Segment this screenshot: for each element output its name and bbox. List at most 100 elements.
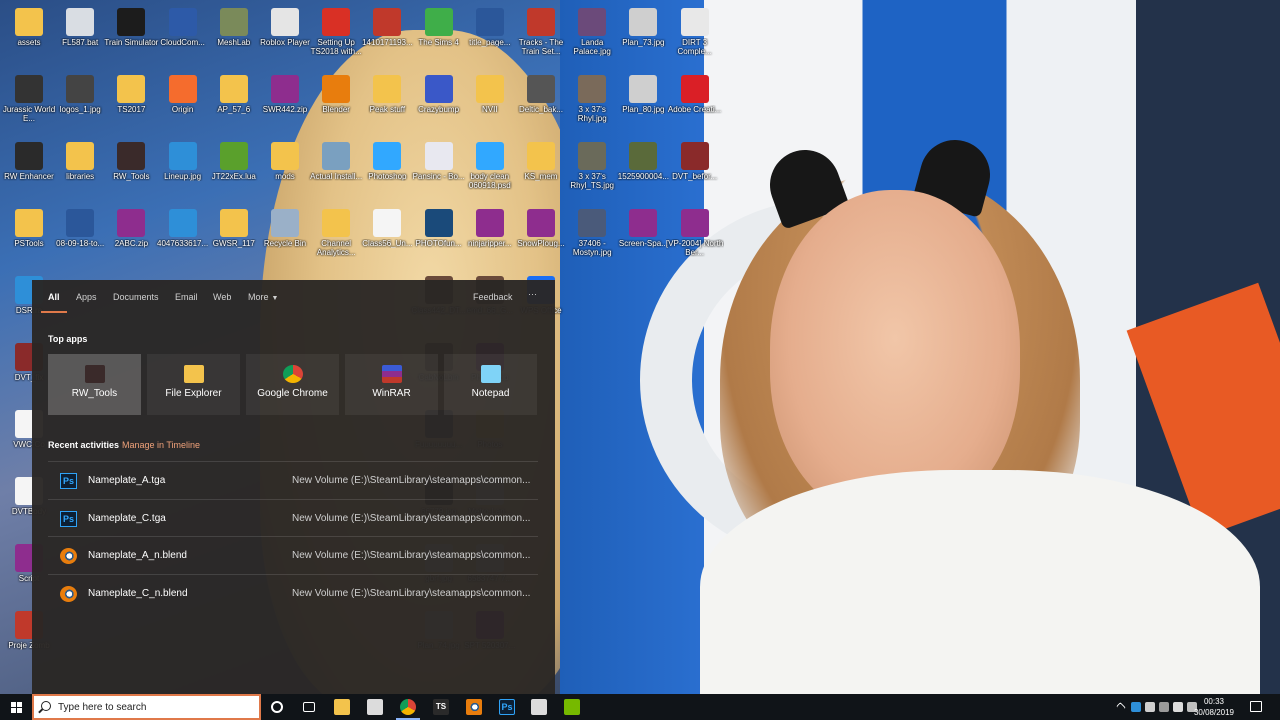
desktop-icon[interactable]: Train Simulator [102, 4, 160, 68]
desktop-icon[interactable]: RW Enhancer [0, 138, 58, 202]
desktop-icon[interactable]: Setting Up TS2018 with... [307, 4, 365, 68]
volume-icon[interactable] [1173, 702, 1183, 712]
desktop-icon[interactable]: Peak stuff [358, 71, 416, 135]
desktop-icon-label: body clean 060918.psd [468, 172, 511, 190]
tab-more[interactable]: More ▼ [248, 292, 278, 302]
desktop-icon[interactable]: 4047633617... [154, 205, 212, 269]
desktop-icon[interactable]: Pansinc - Bo... [410, 138, 468, 202]
taskbar-train-simulator[interactable]: TS [425, 696, 457, 718]
desktop-icon[interactable]: MeshLab [205, 4, 263, 68]
desktop-icon[interactable]: The Sims 4 [410, 4, 468, 68]
desktop-icon[interactable]: logos_1.jpg [51, 71, 109, 135]
desktop-icon[interactable]: Roblox Player [256, 4, 314, 68]
desktop-icon[interactable]: [VP-2004] North Ber... [666, 205, 724, 269]
desktop-icon[interactable]: CloudCom... [154, 4, 212, 68]
desktop-icon[interactable]: Adobe Creati... [666, 71, 724, 135]
taskbar-search-box[interactable] [32, 694, 261, 720]
task-view-button[interactable] [293, 696, 325, 718]
recent-item[interactable]: Nameplate_C_n.blend New Volume (E:)\Stea… [48, 573, 538, 612]
taskbar-clock[interactable]: 00:33 30/08/2019 [1192, 696, 1236, 718]
start-button[interactable] [0, 694, 32, 720]
desktop-icon[interactable]: 2ABC.zip [102, 205, 160, 269]
recent-item[interactable]: Ps Nameplate_A.tga New Volume (E:)\Steam… [48, 461, 538, 499]
desktop-icon[interactable]: ninjaripper... [461, 205, 519, 269]
desktop-icon[interactable]: DIRT 3 Comple... [666, 4, 724, 68]
top-app-winrar[interactable]: WinRAR [345, 354, 438, 415]
desktop-icon[interactable]: body clean 060918.psd [461, 138, 519, 202]
feedback-link[interactable]: Feedback [473, 292, 513, 302]
taskbar-google-chrome[interactable] [392, 696, 424, 720]
desktop-icon[interactable]: 3 x 37's Rhyl.jpg [563, 71, 621, 135]
desktop-icon[interactable]: Lineup.jpg [154, 138, 212, 202]
desktop-icon-label: JT22xEx.lua [211, 172, 256, 181]
action-center-icon[interactable] [1250, 701, 1262, 712]
taskbar-mail[interactable] [359, 696, 391, 718]
desktop-icon[interactable]: Recycle Bin [256, 205, 314, 269]
desktop-icon[interactable]: NVII [461, 71, 519, 135]
desktop-icon[interactable]: Photoshop [358, 138, 416, 202]
tab-web[interactable]: Web [213, 292, 231, 302]
desktop-icon[interactable]: 1525900004... [614, 138, 672, 202]
desktop-shortcut-icon [219, 75, 248, 103]
desktop-icon[interactable]: SnowPloug... [512, 205, 570, 269]
desktop-icon[interactable]: Jurassic World E... [0, 71, 58, 135]
desktop-icon[interactable]: Origin [154, 71, 212, 135]
desktop-icon-label: NVII [482, 105, 498, 114]
desktop-icon[interactable]: Actual Install... [307, 138, 365, 202]
desktop-icon[interactable]: Tracks - The Train Set... [512, 4, 570, 68]
tab-apps[interactable]: Apps [76, 292, 97, 302]
desktop-icon[interactable]: 1410171193... [358, 4, 416, 68]
top-app-notepad[interactable]: Notepad [444, 354, 537, 415]
desktop-icon[interactable]: Channel Analytics... [307, 205, 365, 269]
desktop-icon[interactable]: mods [256, 138, 314, 202]
desktop-icon[interactable]: AP_57_6 [205, 71, 263, 135]
cortana-button[interactable] [261, 696, 293, 718]
desktop-icon[interactable]: GWSR_117 [205, 205, 263, 269]
desktop-icon[interactable]: Plan_80.jpg [614, 71, 672, 135]
desktop-icon[interactable]: libraries [51, 138, 109, 202]
manage-in-timeline-link[interactable]: Manage in Timeline [122, 440, 200, 450]
tab-email[interactable]: Email [175, 292, 198, 302]
taskbar-nvidia[interactable] [556, 696, 588, 718]
desktop-icon[interactable]: FL587.bat [51, 4, 109, 68]
taskbar-store[interactable] [523, 696, 555, 718]
desktop-icon[interactable]: Screen-Spa... [614, 205, 672, 269]
more-options-icon[interactable]: ··· [528, 289, 537, 299]
train-simulator-icon: TS [433, 699, 449, 715]
desktop-icon[interactable]: DVT_befor... [666, 138, 724, 202]
battery-icon[interactable] [1159, 702, 1169, 712]
taskbar-file-explorer[interactable] [326, 696, 358, 718]
top-app-google-chrome[interactable]: Google Chrome [246, 354, 339, 415]
taskbar-blender[interactable] [458, 696, 490, 718]
desktop-icon[interactable]: JT22xEx.lua [205, 138, 263, 202]
show-hidden-icons-chevron[interactable] [1116, 702, 1126, 712]
top-app-file-explorer[interactable]: File Explorer [147, 354, 240, 415]
desktop-icon[interactable]: Deltic_bak... [512, 71, 570, 135]
desktop-icon[interactable]: RW_Tools [102, 138, 160, 202]
desktop-icon-label: Setting Up TS2018 with... [310, 38, 362, 56]
desktop-icon[interactable]: KS_mem [512, 138, 570, 202]
taskbar-photoshop[interactable]: Ps [491, 696, 523, 718]
steam-icon[interactable] [1131, 702, 1141, 712]
desktop-icon[interactable]: PSTools [0, 205, 58, 269]
network-icon[interactable] [1145, 702, 1155, 712]
desktop-icon[interactable]: Plan_73.jpg [614, 4, 672, 68]
recent-item[interactable]: Nameplate_A_n.blend New Volume (E:)\Stea… [48, 536, 538, 574]
desktop-icon[interactable]: SWR442.zip [256, 71, 314, 135]
desktop-icon[interactable]: 08-09-18-to... [51, 205, 109, 269]
desktop-icon[interactable]: Class56_Un... [358, 205, 416, 269]
tab-documents[interactable]: Documents [113, 292, 159, 302]
tab-all[interactable]: All [48, 292, 60, 302]
desktop-icon[interactable]: Blender [307, 71, 365, 135]
desktop-icon[interactable]: title_page... [461, 4, 519, 68]
desktop-icon[interactable]: Crazybump [410, 71, 468, 135]
recent-item[interactable]: Ps Nameplate_C.tga New Volume (E:)\Steam… [48, 498, 538, 537]
top-app-rw-tools[interactable]: RW_Tools [48, 354, 141, 415]
desktop-icon[interactable]: TS2017 [102, 71, 160, 135]
desktop-icon[interactable]: PHOTOfun... [410, 205, 468, 269]
desktop-icon[interactable]: Landa Palace.jpg [563, 4, 621, 68]
taskbar-search-input[interactable] [58, 700, 248, 715]
desktop-icon[interactable]: assets [0, 4, 58, 68]
desktop-icon[interactable]: 37406 - Mostyn.jpg [563, 205, 621, 269]
desktop-icon[interactable]: 3 x 37's Rhyl_TS.jpg [563, 138, 621, 202]
